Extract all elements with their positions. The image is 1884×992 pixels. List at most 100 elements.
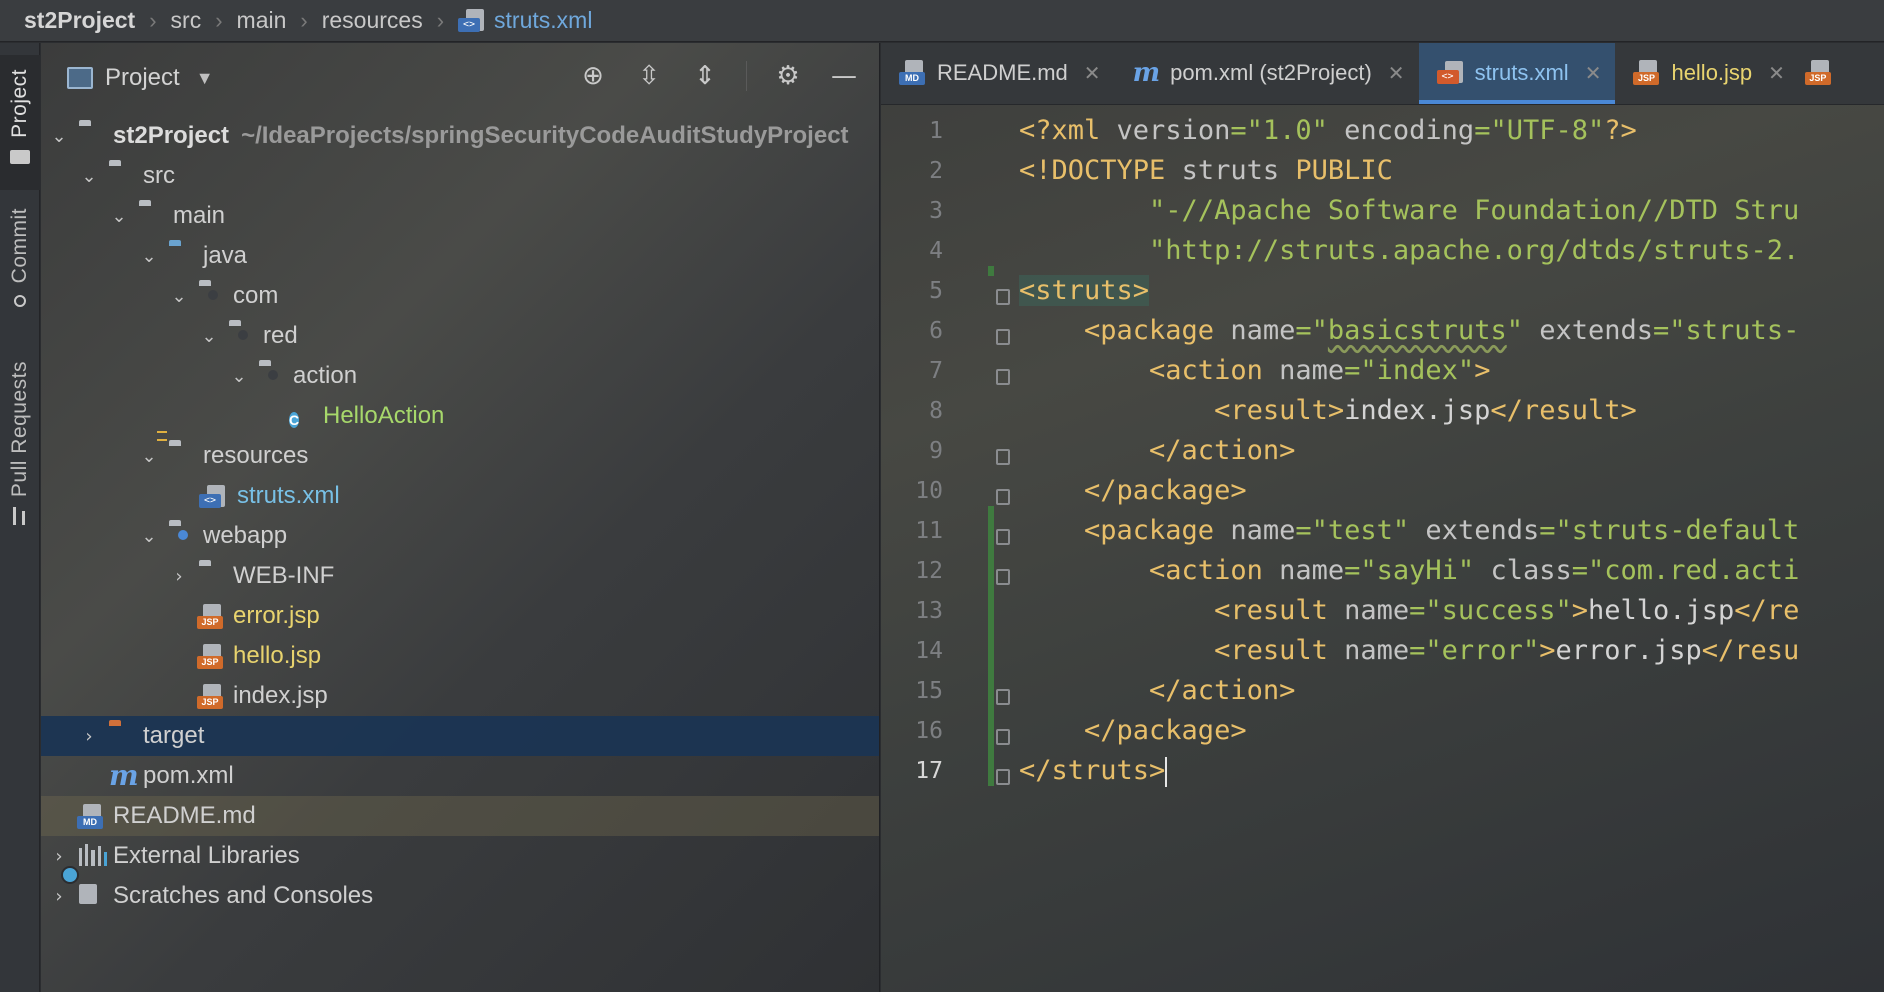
line-number: 14 bbox=[915, 638, 943, 664]
xml-file-icon: <> bbox=[1436, 60, 1465, 86]
tree-item-com[interactable]: ⌄ com bbox=[41, 276, 879, 316]
tree-item-label: target bbox=[143, 722, 205, 749]
minimize-icon[interactable]: — bbox=[829, 61, 859, 91]
tree-item-action[interactable]: ⌄ action bbox=[41, 356, 879, 396]
close-icon[interactable]: ✕ bbox=[1768, 61, 1785, 85]
fold-icon[interactable] bbox=[996, 329, 1010, 345]
chevron-down-icon[interactable]: ⌄ bbox=[139, 246, 159, 267]
tree-item-struts-xml[interactable]: <> struts.xml bbox=[41, 476, 879, 516]
tree-item-pom-xml[interactable]: m pom.xml bbox=[41, 756, 879, 796]
tab-label: hello.jsp bbox=[1671, 60, 1753, 85]
xml-file-icon: <> bbox=[199, 484, 227, 508]
xml-file-icon: <> bbox=[458, 8, 486, 34]
line-number: 12 bbox=[915, 558, 943, 584]
tree-item-label: README.md bbox=[113, 802, 256, 829]
code-line-8: <result>index.jsp</result> bbox=[1019, 395, 1637, 426]
tree-item-resources[interactable]: ⌄ resources bbox=[41, 431, 879, 476]
fold-icon[interactable] bbox=[996, 369, 1010, 385]
fold-icon[interactable] bbox=[996, 529, 1010, 545]
code-line-14: <result name="error">error.jsp</resu bbox=[1019, 635, 1800, 666]
tree-item-label: External Libraries bbox=[113, 842, 300, 869]
fold-icon[interactable] bbox=[996, 569, 1010, 585]
tree-item-label: index.jsp bbox=[233, 682, 328, 709]
project-panel-toolbar: ⊕ ⇳ ⇕ ⚙ — bbox=[578, 61, 859, 91]
close-icon[interactable]: ✕ bbox=[1388, 61, 1405, 85]
tree-item-label: java bbox=[203, 242, 248, 269]
folder-icon bbox=[10, 148, 30, 166]
tab-struts-xml[interactable]: <> struts.xml ✕ bbox=[1418, 43, 1616, 104]
fold-icon[interactable] bbox=[996, 769, 1010, 785]
locate-file-icon[interactable]: ⊕ bbox=[578, 61, 608, 91]
collapse-all-icon[interactable]: ⇕ bbox=[690, 61, 720, 91]
fold-icon[interactable] bbox=[996, 729, 1010, 745]
navigation-breadcrumb: st2Project › src › main › resources › <>… bbox=[0, 0, 1884, 42]
close-icon[interactable]: ✕ bbox=[1585, 61, 1602, 85]
code-line-12: <action name="sayHi" class="com.red.acti bbox=[1019, 555, 1800, 586]
chevron-down-icon[interactable]: ⌄ bbox=[229, 366, 249, 387]
tree-item-helloaction[interactable]: C HelloAction bbox=[41, 396, 879, 436]
fold-icon[interactable] bbox=[996, 289, 1010, 305]
chevron-right-icon[interactable]: › bbox=[49, 846, 69, 867]
tool-tab-commit[interactable]: Commit bbox=[0, 208, 40, 338]
tree-item-web-inf[interactable]: › WEB-INF bbox=[41, 556, 879, 596]
tree-item-error-jsp[interactable]: JSP error.jsp bbox=[41, 596, 879, 636]
line-number: 16 bbox=[915, 718, 943, 744]
chevron-down-icon[interactable]: ⌄ bbox=[169, 286, 189, 307]
tree-item-target[interactable]: › target bbox=[41, 716, 879, 756]
tree-item-external-libraries[interactable]: › External Libraries bbox=[41, 836, 879, 876]
tab-readme-md[interactable]: MD README.md ✕ bbox=[881, 43, 1115, 104]
chevron-down-icon[interactable]: ▼ bbox=[196, 68, 214, 89]
fold-icon[interactable] bbox=[996, 489, 1010, 505]
tree-item-hello-jsp[interactable]: JSP hello.jsp bbox=[41, 636, 879, 676]
tree-item-readme-md[interactable]: MD README.md bbox=[41, 796, 879, 836]
fold-icon[interactable] bbox=[996, 689, 1010, 705]
close-icon[interactable]: ✕ bbox=[1084, 61, 1101, 85]
tab-label: README.md bbox=[937, 60, 1068, 85]
line-number: 4 bbox=[929, 238, 943, 264]
expand-all-icon[interactable]: ⇳ bbox=[634, 61, 664, 91]
tree-item-webapp[interactable]: ⌄ webapp bbox=[41, 516, 879, 556]
chevron-down-icon[interactable]: ⌄ bbox=[49, 126, 69, 147]
tab-hello-jsp[interactable]: JSP hello.jsp ✕ bbox=[1615, 43, 1798, 104]
breadcrumb-item-file[interactable]: <> struts.xml bbox=[458, 7, 592, 34]
tree-item-src[interactable]: ⌄ src bbox=[41, 156, 879, 196]
line-number: 5 bbox=[929, 278, 943, 304]
tree-item-main[interactable]: ⌄ main bbox=[41, 196, 879, 236]
code-line-5: <struts> bbox=[1019, 275, 1150, 306]
breadcrumb-item-project[interactable]: st2Project bbox=[24, 7, 135, 34]
tab-overflow[interactable]: JSP bbox=[1799, 43, 1843, 104]
chevron-down-icon[interactable]: ⌄ bbox=[79, 166, 99, 187]
tool-tab-pull-requests[interactable]: Pull Requests bbox=[0, 361, 40, 541]
gear-icon[interactable]: ⚙ bbox=[773, 61, 803, 91]
line-number: 6 bbox=[929, 318, 943, 344]
chevron-down-icon[interactable]: ⌄ bbox=[139, 526, 159, 547]
chevron-right-icon[interactable]: › bbox=[79, 726, 99, 747]
tree-item-label: main bbox=[173, 202, 226, 229]
breadcrumb-item-main[interactable]: main bbox=[237, 7, 287, 34]
code-line-13: <result name="success">hello.jsp</re bbox=[1019, 595, 1800, 626]
chevron-right-icon[interactable]: › bbox=[49, 886, 69, 907]
chevron-right-icon[interactable]: › bbox=[169, 566, 189, 587]
tree-item-scratches[interactable]: › Scratches and Consoles bbox=[41, 866, 879, 916]
fold-icon[interactable] bbox=[996, 449, 1010, 465]
tab-label: struts.xml bbox=[1474, 60, 1569, 85]
tree-item-label: struts.xml bbox=[237, 482, 340, 509]
tree-item-index-jsp[interactable]: JSP index.jsp bbox=[41, 676, 879, 716]
tab-pom-xml[interactable]: m pom.xml (st2Project) ✕ bbox=[1115, 43, 1419, 104]
chevron-down-icon[interactable]: ⌄ bbox=[109, 206, 129, 227]
tree-item-red[interactable]: ⌄ red bbox=[41, 316, 879, 356]
library-icon bbox=[79, 844, 108, 868]
tree-item-st2project[interactable]: ⌄ st2Project ~/IdeaProjects/springSecurit… bbox=[41, 116, 879, 156]
folder-icon bbox=[199, 564, 227, 588]
breadcrumb-item-src[interactable]: src bbox=[171, 7, 202, 34]
project-view-selector[interactable]: Project bbox=[105, 64, 180, 92]
vcs-change-marker bbox=[988, 266, 994, 276]
breadcrumb-item-resources[interactable]: resources bbox=[322, 7, 423, 34]
tree-item-java[interactable]: ⌄ java bbox=[41, 236, 879, 276]
chevron-down-icon[interactable]: ⌄ bbox=[199, 326, 219, 347]
tool-tab-project[interactable]: Project bbox=[0, 55, 40, 190]
source-folder-icon bbox=[169, 244, 197, 268]
maven-icon: m bbox=[1132, 58, 1161, 88]
chevron-down-icon[interactable]: ⌄ bbox=[139, 446, 159, 467]
code-line-2: <!DOCTYPE struts PUBLIC bbox=[1019, 155, 1393, 186]
